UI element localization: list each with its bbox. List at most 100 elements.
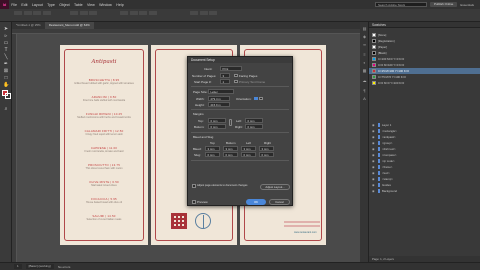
menu-view[interactable]: View [85, 3, 97, 7]
swatch-row[interactable]: C=0 M=0 Y=100 K=0 [369, 80, 480, 86]
rectangle-frame-tool-icon[interactable]: ⊠ [3, 68, 9, 74]
eye-icon[interactable]: ◉ [372, 183, 376, 187]
cancel-button[interactable]: Cancel [269, 199, 290, 205]
adjust-layout-checkbox[interactable] [192, 184, 196, 188]
bleed-right-field[interactable]: 3 mm [259, 146, 274, 151]
opacity-field[interactable] [148, 11, 157, 15]
direct-selection-tool-icon[interactable]: ▹ [3, 33, 9, 39]
start-page-field[interactable]: 1 [220, 79, 230, 84]
type-tool-icon[interactable]: T [3, 47, 9, 53]
tab-untitled[interactable]: *Untitled-1 @ 25% [12, 22, 45, 29]
eye-icon[interactable]: ◉ [372, 189, 376, 193]
character-styles-icon[interactable]: A [362, 96, 367, 101]
num-pages-field[interactable]: 3 [220, 73, 230, 78]
w-field[interactable] [33, 11, 41, 15]
menu-help[interactable]: Help [114, 3, 126, 7]
layers-panel-icon[interactable]: ◈ [362, 34, 367, 39]
slug-right-field[interactable]: 0 mm [259, 152, 274, 157]
eye-icon[interactable]: ◉ [372, 177, 376, 181]
menu-object[interactable]: Object [57, 3, 72, 7]
eye-icon[interactable]: ◉ [372, 147, 376, 151]
eye-icon[interactable]: ◉ [372, 153, 376, 157]
pen-tool-icon[interactable]: ✒ [3, 61, 9, 67]
orientation-portrait-button[interactable] [254, 96, 258, 100]
margin-top-field[interactable]: 0 mm [208, 118, 226, 123]
page-tool-icon[interactable]: ▭ [3, 40, 9, 46]
bleed-top-field[interactable]: 3 mm [205, 146, 220, 151]
eye-icon[interactable]: ◉ [372, 141, 376, 145]
slug-bottom-field[interactable]: 0 mm [223, 152, 238, 157]
margin-right-field[interactable]: 0 mm [245, 124, 263, 129]
page-number-field[interactable]: 1 [14, 264, 22, 269]
fitting-control[interactable] [209, 11, 217, 15]
stroke-swatch[interactable] [5, 93, 11, 99]
adjust-layout-button[interactable]: Adjust Layout... [260, 184, 290, 190]
y-field[interactable] [23, 11, 32, 15]
eye-icon[interactable]: ◉ [372, 171, 376, 175]
orientation-landscape-button[interactable] [259, 96, 263, 100]
qr-code-image [171, 213, 187, 229]
h-field[interactable] [42, 11, 51, 15]
zoom-tool-icon[interactable]: ⌕ [3, 106, 9, 112]
line-tool-icon[interactable]: ╲ [3, 54, 9, 60]
cc-libraries-icon[interactable]: ☁ [362, 78, 367, 83]
menu-type[interactable]: Type [45, 3, 57, 7]
stock-search-input[interactable]: Search Adobe Stock [374, 2, 427, 7]
swatch-chip [372, 63, 376, 67]
slug-left-field[interactable]: 0 mm [241, 152, 256, 157]
intent-select[interactable]: Print [220, 66, 242, 71]
eye-icon[interactable]: ◉ [372, 159, 376, 163]
stroke-control[interactable] [129, 11, 138, 15]
menu-window[interactable]: Window [97, 3, 114, 7]
eye-icon[interactable]: ◉ [372, 165, 376, 169]
link-margins-icon[interactable] [229, 119, 232, 126]
effects-control[interactable] [190, 11, 198, 15]
slug-top-field[interactable]: 0 mm [205, 152, 220, 157]
eye-icon[interactable]: ◉ [372, 123, 376, 127]
preflight-status[interactable]: No errors [58, 265, 71, 269]
rotate-field[interactable] [89, 11, 97, 15]
eye-icon[interactable]: ◉ [372, 129, 376, 133]
scale-y-field[interactable] [79, 11, 88, 15]
eye-icon[interactable]: ◉ [372, 135, 376, 139]
menu-table[interactable]: Table [72, 3, 85, 7]
bleed-bottom-field[interactable]: 3 mm [223, 146, 238, 151]
menu-layout[interactable]: Layout [30, 3, 45, 7]
tab-restaurant-menu[interactable]: Restaurant_Menu.indd @ 64% [44, 22, 94, 29]
bleed-left-field[interactable]: 3 mm [241, 146, 256, 151]
page-size-select[interactable]: Letter [208, 89, 234, 94]
menu-file[interactable]: File [9, 3, 19, 7]
swatch-name: [None] [378, 33, 387, 37]
horizontal-ruler[interactable] [12, 29, 360, 34]
selection-tool-icon[interactable]: ➤ [3, 26, 9, 32]
swatches-panel-icon[interactable]: ▦ [362, 68, 367, 73]
pages-panel-icon[interactable]: ▤ [362, 26, 367, 31]
links-panel-icon[interactable]: ∞ [362, 42, 367, 47]
publish-online-button[interactable]: Publish Online [429, 2, 458, 7]
preview-checkbox[interactable] [192, 200, 196, 204]
swatch-name: C=100 M=0 Y=0 K=0 [378, 57, 405, 61]
vertical-ruler[interactable] [12, 34, 17, 262]
stroke-weight-field[interactable] [139, 11, 147, 15]
scale-x-field[interactable] [70, 11, 78, 15]
ok-button[interactable]: OK [246, 199, 266, 205]
layer-row[interactable]: ◉ Background [369, 188, 480, 194]
master-profile-field[interactable]: [Basic] (working) [25, 264, 54, 269]
color-panel-icon[interactable]: ◐ [362, 60, 367, 65]
workspace-switcher[interactable]: Essentials [460, 3, 474, 7]
margin-bottom-field[interactable]: 0 mm [208, 124, 226, 129]
paragraph-styles-icon[interactable]: ¶ [362, 88, 367, 93]
facing-pages-checkbox[interactable] [234, 73, 238, 77]
rectangle-tool-icon[interactable]: □ [3, 75, 9, 81]
menu-edit[interactable]: Edit [19, 3, 30, 7]
fill-control[interactable] [120, 11, 128, 15]
margin-left-field[interactable]: 0 mm [245, 118, 263, 123]
hand-tool-icon[interactable]: ✋ [3, 82, 9, 88]
width-field[interactable]: 279.4 m [208, 96, 230, 101]
x-field[interactable] [14, 11, 22, 15]
primary-text-frame-checkbox[interactable] [234, 79, 238, 83]
document-page-1[interactable]: Antipasti BRUSCHETTA | 8.95 Grilled brea… [60, 45, 148, 245]
wrap-control[interactable] [199, 11, 208, 15]
stroke-panel-icon[interactable]: ≡ [362, 52, 367, 57]
height-field[interactable]: 215.9 m [208, 102, 230, 107]
